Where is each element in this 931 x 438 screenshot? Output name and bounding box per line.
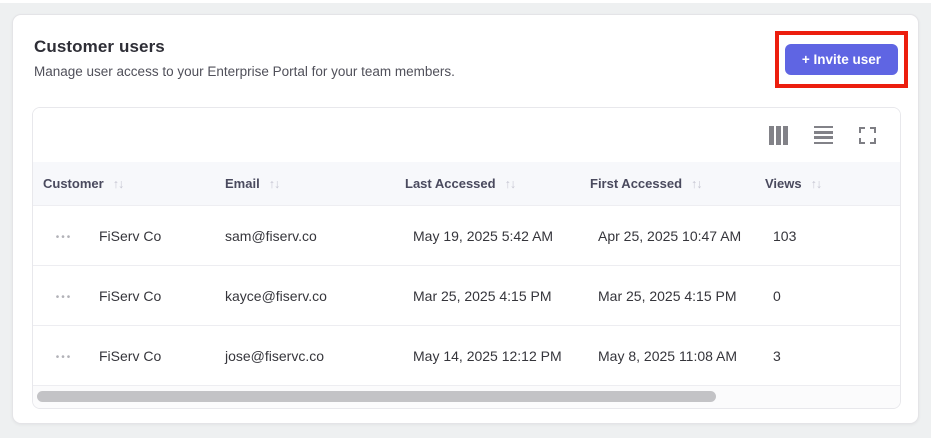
cell-first-accessed: Apr 25, 2025 10:47 AM xyxy=(598,227,742,244)
columns-icon-glyph xyxy=(769,125,788,145)
row-density-icon-glyph xyxy=(814,125,833,145)
table-body: ••• FiServ Co sam@fiserv.co May 19, 2025… xyxy=(33,206,900,386)
cell-email: kayce@fiserv.co xyxy=(225,287,327,304)
page-title: Customer users xyxy=(34,37,165,56)
page: { "panel": { "title": "Customer users", … xyxy=(0,0,931,438)
users-table-card: Customer ↑↓ Email ↑↓ Last Accessed ↑↓ Fi… xyxy=(32,107,901,409)
table-toolbar xyxy=(33,108,900,162)
cell-views: 0 xyxy=(773,287,781,304)
customer-users-panel: Customer users Manage user access to you… xyxy=(12,14,919,424)
invite-user-highlight-box: + Invite user xyxy=(774,31,908,88)
column-header-email[interactable]: Email ↑↓ xyxy=(225,176,405,191)
column-header-customer[interactable]: Customer ↑↓ xyxy=(33,176,225,191)
cell-views: 103 xyxy=(773,227,797,244)
cell-first-accessed: Mar 25, 2025 4:15 PM xyxy=(598,287,737,304)
scrollbar-thumb[interactable] xyxy=(37,391,716,402)
row-density-icon[interactable] xyxy=(812,124,835,147)
table-row: ••• FiServ Co sam@fiserv.co May 19, 2025… xyxy=(33,206,900,266)
horizontal-scrollbar[interactable] xyxy=(33,386,900,408)
cell-first-accessed: May 8, 2025 11:08 AM xyxy=(598,347,738,364)
columns-icon[interactable] xyxy=(767,124,790,147)
row-actions-button[interactable]: ••• xyxy=(54,224,75,247)
column-header-last-accessed[interactable]: Last Accessed ↑↓ xyxy=(405,176,590,191)
ellipsis-icon: ••• xyxy=(55,352,73,363)
cell-last-accessed: Mar 25, 2025 4:15 PM xyxy=(413,287,552,304)
ellipsis-icon: ••• xyxy=(55,292,73,303)
cell-email: sam@fiserv.co xyxy=(225,227,317,244)
column-header-views[interactable]: Views ↑↓ xyxy=(765,176,900,191)
top-strip xyxy=(0,0,931,3)
cell-email: jose@fiservc.co xyxy=(225,347,325,364)
fullscreen-icon[interactable] xyxy=(857,125,878,146)
row-actions-cell: ••• xyxy=(33,344,95,367)
sort-icon[interactable]: ↑↓ xyxy=(691,177,702,191)
row-actions-cell: ••• xyxy=(33,284,95,307)
fullscreen-icon-glyph xyxy=(859,126,876,144)
page-subtitle: Manage user access to your Enterprise Po… xyxy=(34,64,455,79)
sort-icon[interactable]: ↑↓ xyxy=(269,177,280,191)
cell-customer: FiServ Co xyxy=(99,227,162,244)
table-header-row: Customer ↑↓ Email ↑↓ Last Accessed ↑↓ Fi… xyxy=(33,162,900,206)
column-label: Email xyxy=(225,176,260,191)
table-row: ••• FiServ Co jose@fiservc.co May 14, 20… xyxy=(33,326,900,386)
cell-customer: FiServ Co xyxy=(99,287,162,304)
column-label: Last Accessed xyxy=(405,176,496,191)
sort-icon[interactable]: ↑↓ xyxy=(811,177,822,191)
column-label: Views xyxy=(765,176,802,191)
sort-icon[interactable]: ↑↓ xyxy=(113,177,124,191)
row-actions-button[interactable]: ••• xyxy=(54,284,75,307)
cell-last-accessed: May 19, 2025 5:42 AM xyxy=(413,227,554,244)
panel-header: Customer users Manage user access to you… xyxy=(34,37,455,79)
column-label: Customer xyxy=(43,176,104,191)
column-header-first-accessed[interactable]: First Accessed ↑↓ xyxy=(590,176,765,191)
invite-user-button[interactable]: + Invite user xyxy=(784,44,898,75)
sort-icon[interactable]: ↑↓ xyxy=(505,177,516,191)
column-label: First Accessed xyxy=(590,176,683,191)
table-row: ••• FiServ Co kayce@fiserv.co Mar 25, 20… xyxy=(33,266,900,326)
cell-views: 3 xyxy=(773,347,781,364)
ellipsis-icon: ••• xyxy=(55,232,73,243)
row-actions-button[interactable]: ••• xyxy=(54,344,75,367)
cell-last-accessed: May 14, 2025 12:12 PM xyxy=(413,347,562,364)
row-actions-cell: ••• xyxy=(33,224,95,247)
cell-customer: FiServ Co xyxy=(99,347,162,364)
